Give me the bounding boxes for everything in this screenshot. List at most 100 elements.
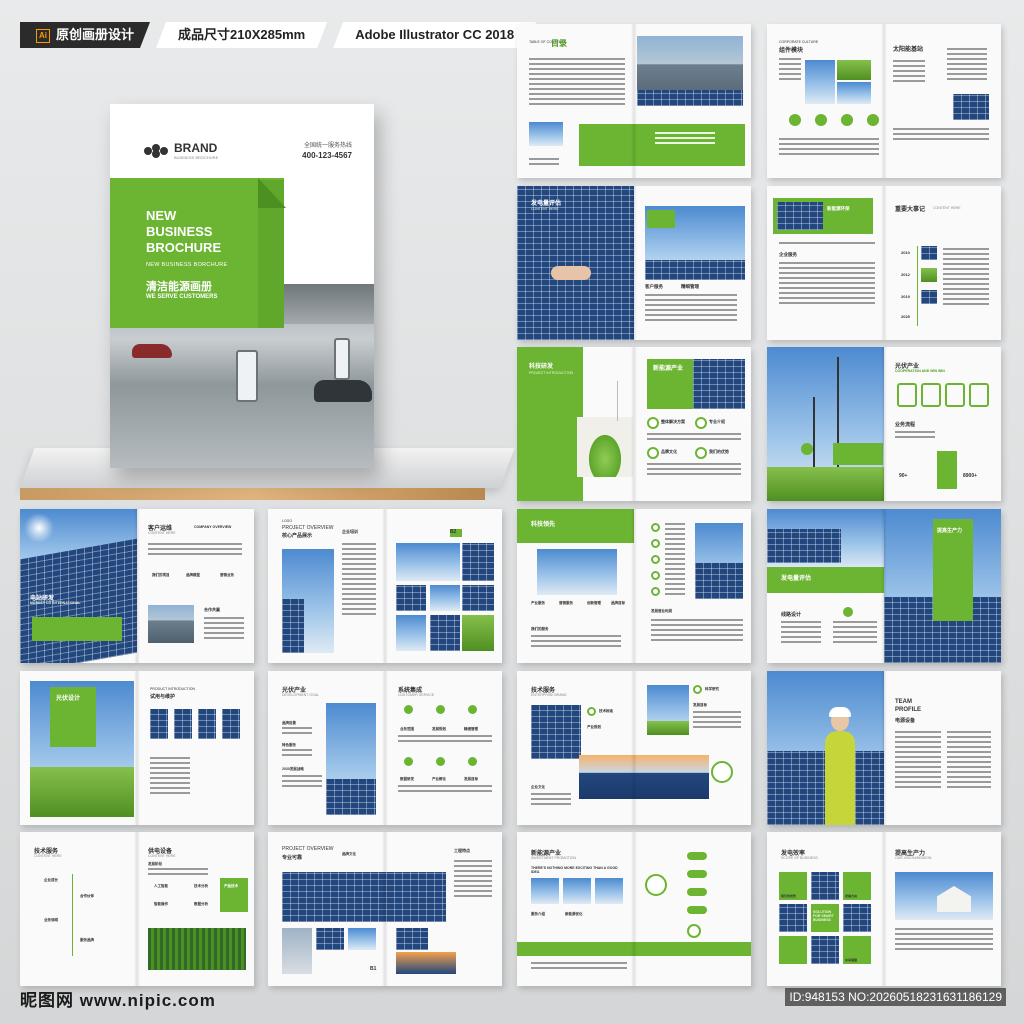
- company-overview: COMPANY OVERVIEW: [194, 525, 232, 529]
- spread-tech-leading: 科技领先 产业服务 营销服务 创新管理 品牌目标 我们的服务 发展营业利润: [517, 509, 751, 663]
- tech-service-item: 企业文化: [531, 785, 545, 789]
- event-year: 2025: [901, 314, 910, 319]
- overview-title: 核心产品展示: [282, 533, 313, 539]
- tech-leading-label: 产业服务: [531, 601, 545, 605]
- tech-service2-item: 业务领域: [44, 918, 58, 922]
- capacity-title: 提高生产力: [937, 528, 963, 534]
- spread-tech-service: 技术服务 ENTERPRISE BRAND 技术标准 产业规划 企业文化 科学研…: [517, 671, 751, 825]
- tech-service2-en: CONTENT HERE: [34, 854, 62, 858]
- pv-dev-en: DEVELOPMENT GOAL: [282, 693, 320, 697]
- tech-label: 整体解决方案: [661, 419, 685, 424]
- spread-corporate-culture: CORPORATE CULTURE 组件模块 太阳能基站: [767, 24, 1001, 178]
- hands-grass-photo: [577, 417, 633, 477]
- pv-industry-en: COOPERATION AND WIN WIN: [895, 369, 945, 373]
- tech-service2-item: 服务品牌: [80, 938, 94, 942]
- spread-productivity: 发电量评估 线路设计 提高生产力: [767, 509, 1001, 663]
- spread-pv-development: 光伏产业 DEVELOPMENT GOAL 品牌前景 特色服务 2030发展战略…: [268, 671, 502, 825]
- pylon-photo: [805, 60, 835, 104]
- event-year: 2012: [901, 272, 910, 277]
- brochure-cover: BRAND BUSINESS BROCHURE 全国统一服务热线 400-123…: [110, 104, 374, 468]
- car-icon: [314, 380, 372, 402]
- tech-label: 我们的优势: [709, 449, 729, 454]
- pv-design-right: 试用与维护: [150, 694, 176, 700]
- overview2-brand: 品牌文化: [342, 852, 356, 856]
- new-energy-label: 新能源优化: [565, 912, 583, 916]
- spread-pv-design: 光伏设计 PRODUCT INTRODUCTION 试用与维护: [20, 671, 254, 825]
- feature-icon: [647, 447, 659, 459]
- center-circle-icon: [645, 874, 667, 896]
- eco-title: 新能源环保: [827, 206, 850, 211]
- overview2-tag: B1: [370, 966, 377, 972]
- eco-service: 企业服务: [779, 252, 797, 257]
- feature-icon: [695, 417, 707, 429]
- overview2-right: 工程特点: [454, 848, 470, 853]
- hotline-number: 400-123-4567: [302, 151, 352, 160]
- tech-leading-label: 创新管理: [587, 601, 601, 605]
- capacity-left-title: 发电量评估: [781, 576, 812, 582]
- image-id: ID:948153 NO:20260518231631186129: [785, 988, 1006, 1006]
- stat-value: 8900+: [963, 473, 978, 479]
- spread-pv-industry: 光伏产业 COOPERATION AND WIN WIN 业务流程 90+ 89…: [767, 347, 1001, 501]
- pv-biz-title: 业务流程: [895, 422, 916, 428]
- cover-title-line: BROCHURE: [146, 240, 222, 255]
- events-en: CONTENT HERE: [933, 206, 961, 210]
- brand-subtitle: BUSINESS BROCHURE: [174, 155, 219, 160]
- overview-logo: LOGO: [282, 519, 293, 523]
- new-energy-en: INVESTMENT PROMOTION: [531, 856, 577, 860]
- power-label: 未来展望: [845, 958, 858, 962]
- supply-badge: 产品技术: [224, 884, 238, 888]
- customer-item: 合作共赢: [204, 607, 220, 612]
- supply-item: 人工智能: [154, 884, 168, 888]
- spread-tech-service-2: 技术服务 CONTENT HERE 企业成长 合作伙伴 业务领域 服务品牌 供电…: [20, 832, 254, 986]
- team-en: TEAM: [895, 699, 912, 705]
- tech-service-item: 科学研究: [705, 687, 719, 691]
- pv-dev-label: 2030发展战略: [282, 767, 304, 771]
- supply-item: 发展阶段: [148, 862, 162, 866]
- tech-title: 科技研发: [529, 364, 554, 370]
- tech-service2-item: 合作伙伴: [80, 894, 94, 898]
- icon-circle: [815, 114, 827, 126]
- tech-service2-item: 企业成长: [44, 878, 58, 882]
- design-tag-label: 原创画册设计: [56, 27, 135, 42]
- software-tag: Adobe Illustrator CC 2018: [333, 22, 536, 48]
- supply-item: 技术分析: [194, 884, 208, 888]
- brand-logo-icon: [144, 144, 168, 158]
- tech-service-item: 发展目标: [693, 703, 707, 707]
- culture-title: 组件模块: [779, 48, 804, 54]
- tech-label: 品牌文化: [661, 449, 677, 454]
- spread-table-of-contents: TABLE OF CONTENTS 目录: [517, 24, 751, 178]
- evaluate-label: 客户服务: [645, 284, 663, 289]
- customer-left-en: MARKET CO INTERNATIONAL: [30, 601, 81, 605]
- supply-item: 数据分析: [194, 902, 208, 906]
- new-energy-slogan: THERE'S NOTHING MORE EXCITING THAN A GOO…: [531, 866, 618, 874]
- tech-right-title: 新能源产业: [653, 366, 684, 372]
- charger-icon: [334, 338, 350, 380]
- tech-en: PROJECT INTRODUCTION: [529, 371, 574, 375]
- capacity-line-title: 线路设计: [781, 612, 802, 618]
- system-item: 发展规划: [432, 727, 446, 731]
- culture-en: CORPORATE CULTURE: [779, 40, 819, 44]
- evaluate-title: 发电量评估: [531, 201, 562, 207]
- spread-new-energy-eco: 新能源环保 企业服务 重要大事记 CONTENT HERE 2010 2012 …: [767, 186, 1001, 340]
- cover-chinese-title: 清洁能源画册: [146, 281, 212, 293]
- tech-service-item: 技术标准: [599, 709, 613, 713]
- spread-new-energy-industry: 新能源产业 INVESTMENT PROMOTION THERE'S NOTHI…: [517, 832, 751, 986]
- event-year: 2019: [901, 294, 910, 299]
- evaluate-label: 精细管理: [681, 284, 699, 289]
- toc-title: 目录: [551, 39, 567, 48]
- customer-item: 营销业务: [220, 573, 234, 577]
- hand-photo: [551, 266, 591, 280]
- supply-item: 智能操作: [154, 902, 168, 906]
- design-tag: Ai 原创画册设计: [20, 22, 150, 48]
- pv-dev-label: 特色服务: [282, 743, 296, 747]
- spread-team-profile: TEAM PROFILE 电源设备: [767, 671, 1001, 825]
- overview2-title: 专业可靠: [282, 855, 303, 861]
- shelf-wood-edge: [20, 488, 485, 500]
- customer-en: CONTENT HERE: [148, 531, 176, 535]
- icon-circle: [841, 114, 853, 126]
- evaluate-en: CONTENT HERE: [531, 207, 559, 211]
- team-en: PROFILE: [895, 707, 922, 713]
- power-right-en: OUR VISION/MISSION: [895, 856, 932, 860]
- power-mid: SOLUTION FOR SMART BUSINESS: [813, 910, 834, 922]
- new-energy-label: 服务介绍: [531, 912, 545, 916]
